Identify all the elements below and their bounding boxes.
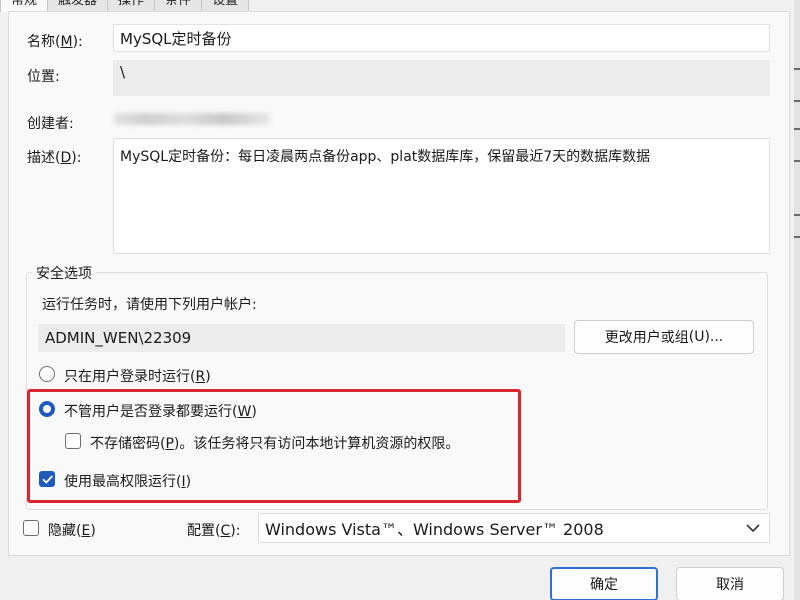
author-value-redacted — [114, 113, 270, 125]
radio-run-when-logged-on[interactable] — [39, 366, 55, 382]
ok-button[interactable]: 确定 — [550, 567, 658, 600]
hidden-checkbox[interactable] — [23, 520, 39, 536]
security-options-title: 安全选项 — [32, 263, 96, 283]
configure-label: 配置(C): — [187, 523, 241, 539]
location-field: \ — [113, 60, 770, 96]
hidden-label: 隐藏(E) — [48, 523, 96, 539]
description-textarea[interactable]: MySQL定时备份：每日凌晨两点备份app、plat数据库库，保留最近7天的数据… — [113, 138, 770, 254]
author-label: 创建者: — [27, 116, 74, 132]
radio-run-when-logged-on-label: 只在用户登录时运行(R) — [64, 369, 211, 385]
description-label: 描述(D): — [27, 150, 82, 166]
change-user-button[interactable]: 更改用户或组(U)... — [574, 320, 754, 354]
chevron-down-icon — [746, 524, 760, 533]
annotation-highlight-box — [27, 389, 521, 503]
background-window-edge — [794, 0, 800, 600]
cancel-button[interactable]: 取消 — [676, 567, 784, 600]
location-label: 位置: — [27, 69, 60, 85]
run-as-prompt: 运行任务时，请使用下列用户帐户: — [42, 297, 257, 313]
user-account-field: ADMIN_WEN\22309 — [38, 324, 565, 352]
configure-select[interactable]: Windows Vista™、Windows Server™ 2008 — [258, 513, 770, 543]
name-label: 名称(M): — [27, 34, 83, 50]
name-input[interactable]: MySQL定时备份 — [113, 24, 770, 52]
